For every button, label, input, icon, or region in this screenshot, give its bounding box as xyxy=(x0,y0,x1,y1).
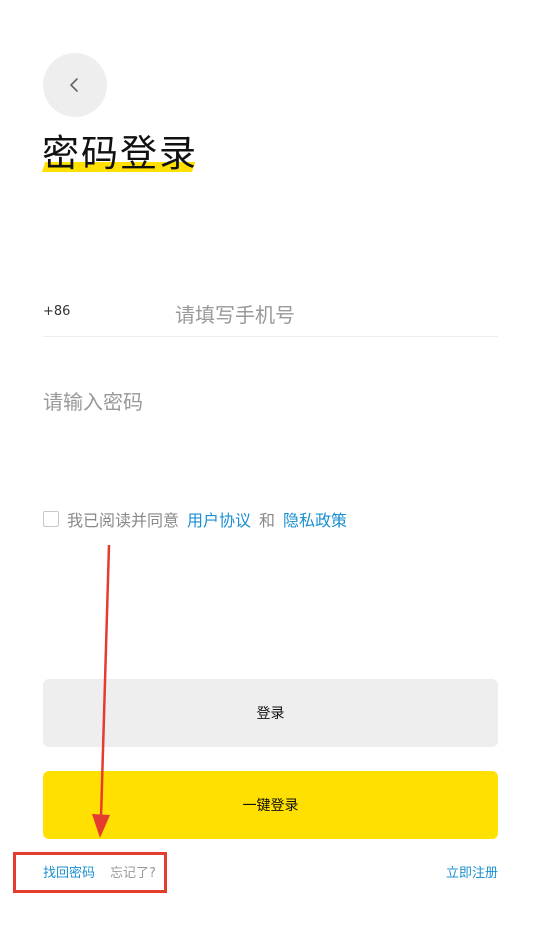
agreement-row: 我已阅读并同意 用户协议 和 隐私政策 xyxy=(43,508,347,530)
title-block: 密码登录 xyxy=(42,128,202,184)
agreement-text: 我已阅读并同意 xyxy=(67,511,180,530)
user-agreement-link[interactable]: 用户协议 xyxy=(187,507,251,531)
quick-login-button[interactable]: 一键登录 xyxy=(43,771,498,839)
retrieve-password-link[interactable]: 找回密码 xyxy=(43,866,95,882)
login-button[interactable]: 登录 xyxy=(43,679,498,747)
back-button[interactable] xyxy=(43,53,107,117)
forgot-hint-text: 忘记了? xyxy=(110,866,156,881)
agreement-checkbox[interactable] xyxy=(43,511,59,527)
password-input[interactable] xyxy=(43,382,498,422)
page-title: 密码登录 xyxy=(42,132,198,175)
agreement-and-text: 和 xyxy=(259,511,276,530)
phone-row: +86 xyxy=(43,296,498,337)
country-code[interactable]: +86 xyxy=(43,304,70,319)
privacy-policy-link[interactable]: 隐私政策 xyxy=(283,507,347,531)
register-link[interactable]: 立即注册 xyxy=(446,866,498,882)
phone-input[interactable] xyxy=(175,296,495,334)
chevron-left-icon xyxy=(70,78,78,92)
